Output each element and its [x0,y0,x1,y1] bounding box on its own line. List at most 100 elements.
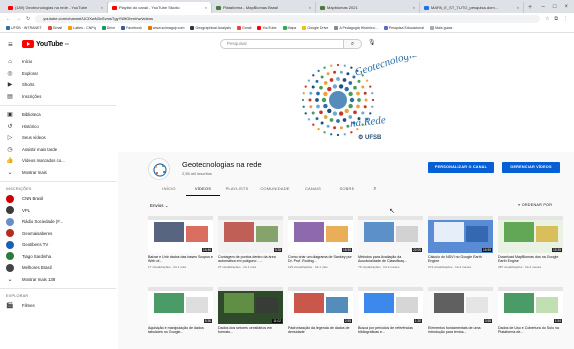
bookmark[interactable]: Maps [282,26,296,31]
subscription-item[interactable]: Tiago Sardinha [6,251,118,263]
subscription-item[interactable]: CNN Brasil [6,193,118,205]
bookmark[interactable]: UFSB · INTRANET [6,26,42,31]
browser-tab[interactable]: Mapbiomas 2021 × [316,2,420,13]
bookmark[interactable]: Drive [101,26,115,31]
close-icon[interactable]: × [205,2,207,13]
bookmark[interactable]: Geographical Analysis [190,26,231,31]
sidebar-item-subscriptions[interactable]: ▤ Inscrições [6,91,118,103]
browser-tab[interactable]: (189) Geotecnologias na rede - YouTube × [4,2,108,13]
sidebar-item-show-more-subs[interactable]: ⌄ Mostrar mais 138 [6,274,118,286]
search-input[interactable]: Pesquisar [220,39,344,49]
video-thumbnail[interactable]: 16:55 [428,216,493,253]
video-title[interactable]: Padronização da legenda de dados de dens… [288,326,353,335]
maximize-icon[interactable]: □ [553,1,557,13]
sidebar-item-films[interactable]: 🎬 Filmes [6,300,118,312]
video-card[interactable]: 14:46 Baixar e Unir dados das bases Scopu… [148,216,213,269]
video-thumbnail[interactable]: 14:46 [148,216,213,253]
tab-playlists[interactable]: PLAYLISTS [220,184,254,196]
bookmark[interactable]: Mais guias [430,26,452,31]
bookmark[interactable]: Gmail [47,26,62,31]
video-thumbnail[interactable]: 3:58 [428,287,493,324]
bookmark[interactable]: Gmail [237,26,251,31]
extensions-icon[interactable]: ⧉ [554,16,558,22]
video-card[interactable]: 18:55 Como criar um diagrama de Sankey po… [288,216,353,269]
video-card[interactable]: 1:54 Dados de Uso e Cobertura do Solo na … [498,287,563,336]
video-thumbnail[interactable]: 5:36 [148,287,213,324]
tab-videos[interactable]: VÍDEOS [186,184,220,196]
video-thumbnail[interactable]: 22:05 [358,216,423,253]
subscription-item[interactable]: VPL [6,205,118,217]
sidebar-item-home[interactable]: ⌂ Início [6,56,118,68]
sidebar-item-show-more[interactable]: ⌄ Mostrar mais [6,167,118,179]
subscription-item[interactable]: Geomaisaberes [6,228,118,240]
video-card[interactable]: 2:55 Padronização da legenda de dados de … [288,287,353,336]
bookmark[interactable]: Google Drive [302,26,328,31]
subscription-item[interactable]: Melhores Brasil [6,262,118,274]
sidebar-item-explore[interactable]: ◎ Explorar [6,68,118,80]
browser-tab[interactable]: MAPA_E_ST_TUTO_pesquisa-dom... × [420,2,524,13]
new-tab-button[interactable]: + [524,2,536,13]
video-thumbnail[interactable]: 1:30 [358,287,423,324]
video-card[interactable]: 22:05 Métodos para Avaliação da Acurácia/… [358,216,423,269]
tab-channels[interactable]: CANAIS [296,184,330,196]
browser-tab[interactable]: Plataforma - MapBiomas Brasil × [212,2,316,13]
close-icon[interactable]: × [517,2,519,13]
forward-icon[interactable]: → [16,16,21,22]
video-card[interactable]: 5:36 Aquisição e manipulação de dados tab… [148,287,213,336]
hamburger-menu-icon[interactable]: ≡ [8,40,22,49]
close-icon[interactable]: × [413,2,415,13]
customize-channel-button[interactable]: PERSONALIZAR O CANAL [428,162,494,173]
sidebar-item-liked[interactable]: 👍 Vídeos marcados co... [6,155,118,167]
video-title[interactable]: Baixar e Unir dados das bases Scopus e W… [148,255,213,264]
sidebar-item-shorts[interactable]: ▶ Shorts [6,79,118,91]
video-title[interactable]: Busca por períodos de referências biblio… [358,326,423,335]
video-thumbnail[interactable]: 18:55 [288,216,353,253]
youtube-logo[interactable]: YouTube BR [22,40,69,48]
video-title[interactable]: Dados de Uso e Cobertura do Solo na Plat… [498,326,563,335]
bookmark[interactable]: Facebook [121,26,142,31]
video-card[interactable]: 16:55 Cálculo do NDVI no Google Earth Eng… [428,216,493,269]
search-button[interactable]: ⌕ [344,39,362,49]
video-thumbnail[interactable]: 1:54 [498,287,563,324]
sidebar-item-watch-later[interactable]: ◷ Assistir mais tarde [6,144,118,156]
bookmark[interactable]: Lattes - CNPq [68,26,96,31]
back-icon[interactable]: ← [6,16,11,22]
bookmark[interactable]: Pesquisa Educacional [383,26,424,31]
uploads-dropdown[interactable]: Envios ⌄ [150,203,169,209]
menu-icon[interactable]: ⋮ [563,16,568,22]
channel-avatar[interactable] [148,158,170,180]
video-title[interactable]: Métodos para Avaliação da Acurácia/dade … [358,255,423,264]
video-title[interactable]: Elementos fundamentais de uma introdução… [428,326,493,335]
video-thumbnail[interactable]: 9:35 [218,216,283,253]
sidebar-item-history[interactable]: ↺ Histórico [6,121,118,133]
tab-community[interactable]: COMUNIDADE [254,184,296,196]
reload-icon[interactable]: ↻ [26,16,30,22]
video-card[interactable]: 15:35 Download MapBiomas dos na Google Ea… [498,216,563,269]
close-window-icon[interactable]: × [564,1,568,13]
sidebar-item-your-videos[interactable]: ▷ Seus vídeos [6,132,118,144]
video-card[interactable]: 11:02 Dados dos setores censitários em fo… [218,287,283,336]
sort-button[interactable]: ≡ ORDENAR POR [518,203,552,207]
video-card[interactable]: 1:30 Busca por períodos de referências bi… [358,287,423,336]
video-title[interactable]: Contagem de pontos dentro da área automá… [218,255,283,264]
video-title[interactable]: Dados dos setores censitários em formato… [218,326,283,335]
sidebar-item-library[interactable]: ▣ Biblioteca [6,109,118,121]
bookmark[interactable]: A Pedagogia Histórico... [334,26,378,31]
video-card[interactable]: 9:35 Contagem de pontos dentro da área au… [218,216,283,269]
subscription-item[interactable]: Rádio Sociedade (F... [6,216,118,228]
close-icon[interactable]: × [309,2,311,13]
video-thumbnail[interactable]: 15:35 [498,216,563,253]
video-title[interactable]: Cálculo do NDVI no Google Earth Engine [428,255,493,264]
video-card[interactable]: 3:58 Elementos fundamentais de uma introd… [428,287,493,336]
manage-videos-button[interactable]: GERENCIAR VÍDEOS [502,162,560,173]
browser-tab-active[interactable]: Playlist do canal - YouTube Studio × [108,2,212,13]
video-thumbnail[interactable]: 11:02 [218,287,283,324]
video-title[interactable]: Como criar um diagrama de Sankey por Dr.… [288,255,353,264]
minimize-icon[interactable]: – [542,1,545,13]
bookmark[interactable]: YouTube [257,26,277,31]
tab-about[interactable]: SOBRE [330,184,364,196]
close-icon[interactable]: × [101,2,103,13]
video-thumbnail[interactable]: 2:55 [288,287,353,324]
video-title[interactable]: Aquisição e manipulação de dados tabular… [148,326,213,335]
video-title[interactable]: Download MapBiomas dos na Google Earth E… [498,255,563,264]
